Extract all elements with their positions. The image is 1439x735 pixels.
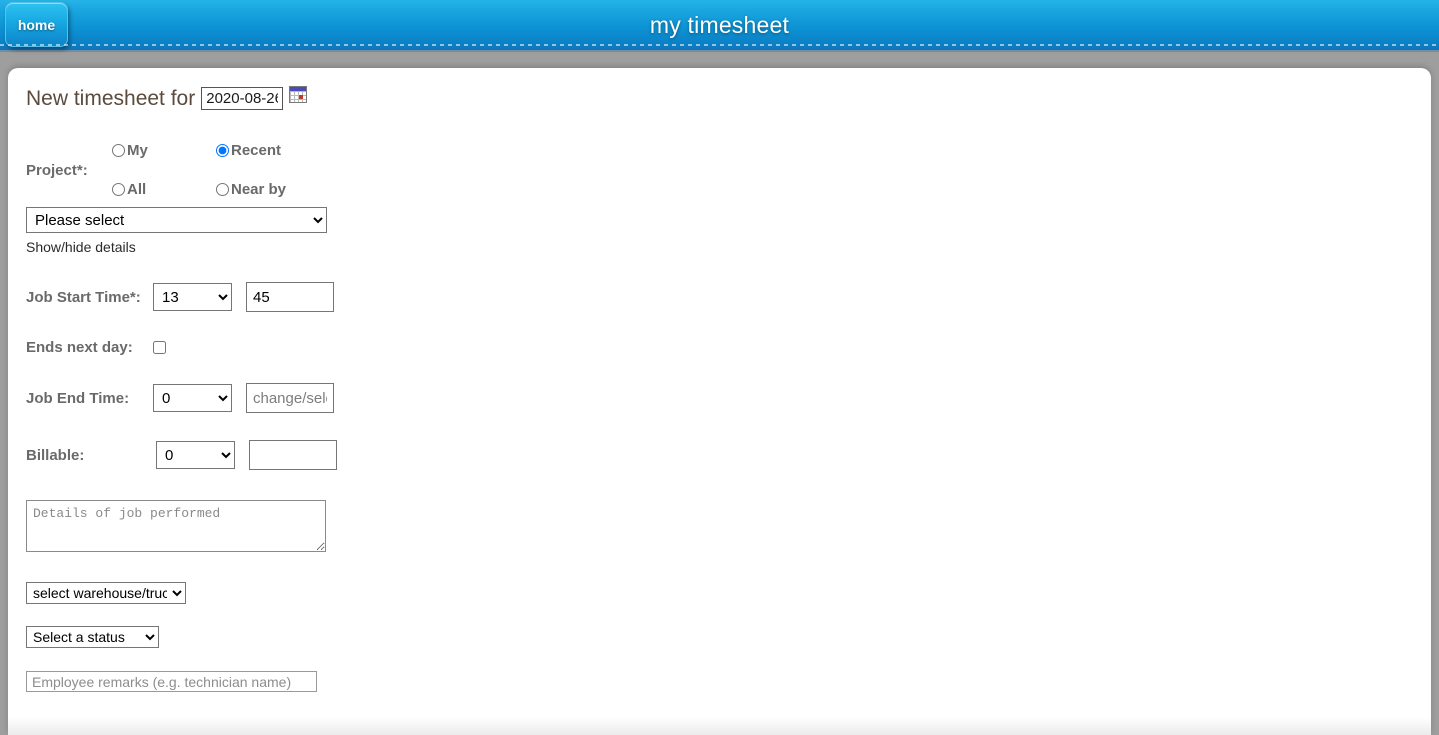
billable-row: Billable: 0	[26, 440, 1431, 470]
form-heading: New timesheet for	[26, 86, 1431, 111]
job-end-minute-input[interactable]	[246, 383, 334, 413]
project-radio-my[interactable]: My	[112, 142, 216, 159]
job-end-time-row: Job End Time: 0	[26, 383, 1431, 413]
ends-next-day-row: Ends next day:	[26, 339, 1431, 356]
timesheet-panel: New timesheet for Project*: My	[8, 68, 1431, 735]
project-radio-my-input[interactable]	[112, 144, 125, 157]
calendar-icon-grid	[290, 91, 307, 102]
job-start-time-label: Job Start Time*:	[26, 288, 141, 306]
project-radio-nearby[interactable]: Near by	[216, 181, 286, 198]
billable-label: Billable:	[26, 446, 85, 464]
billable-minute-input[interactable]	[249, 440, 337, 470]
project-label: Project*:	[26, 161, 88, 179]
job-start-minute-input[interactable]	[246, 282, 334, 312]
form-heading-text: New timesheet for	[26, 86, 196, 110]
timesheet-form: Project*: My Recent All Near by Please s…	[26, 133, 1431, 692]
status-select[interactable]: Select a status	[26, 626, 159, 648]
calendar-picker-icon[interactable]	[289, 86, 308, 103]
ends-next-day-label: Ends next day:	[26, 339, 133, 356]
job-details-textarea[interactable]	[26, 500, 326, 552]
project-radio-group: My Recent All Near by	[112, 142, 286, 198]
employee-remarks-input[interactable]	[26, 671, 317, 692]
project-field: Project*: My Recent All Near by	[26, 133, 1431, 207]
project-radio-recent-input[interactable]	[216, 144, 229, 157]
project-radio-recent[interactable]: Recent	[216, 142, 286, 159]
project-radio-recent-label: Recent	[231, 142, 282, 159]
warehouse-truck-select[interactable]: select warehouse/truck	[26, 582, 186, 604]
calendar-icon-selected-day	[299, 95, 304, 99]
show-hide-details-link[interactable]: Show/hide details	[26, 239, 1431, 255]
app-header: home my timesheet	[0, 0, 1439, 52]
project-select[interactable]: Please select	[26, 207, 327, 233]
job-end-hour-select[interactable]: 0	[153, 384, 232, 412]
job-start-hour-select[interactable]: 13	[153, 283, 232, 311]
timesheet-date-input[interactable]	[201, 87, 284, 110]
project-radio-nearby-input[interactable]	[216, 183, 229, 196]
billable-hour-select[interactable]: 0	[156, 441, 235, 469]
job-end-time-label: Job End Time:	[26, 389, 130, 407]
project-radio-my-label: My	[127, 142, 148, 159]
content-area: New timesheet for Project*: My	[0, 52, 1439, 735]
project-radio-nearby-label: Near by	[231, 181, 287, 198]
project-radio-all[interactable]: All	[112, 181, 216, 198]
ends-next-day-checkbox[interactable]	[153, 341, 166, 354]
project-radio-all-label: All	[127, 181, 147, 198]
job-start-time-row: Job Start Time*: 13	[26, 282, 1431, 312]
page-title: my timesheet	[649, 12, 790, 38]
project-radio-all-input[interactable]	[112, 183, 125, 196]
